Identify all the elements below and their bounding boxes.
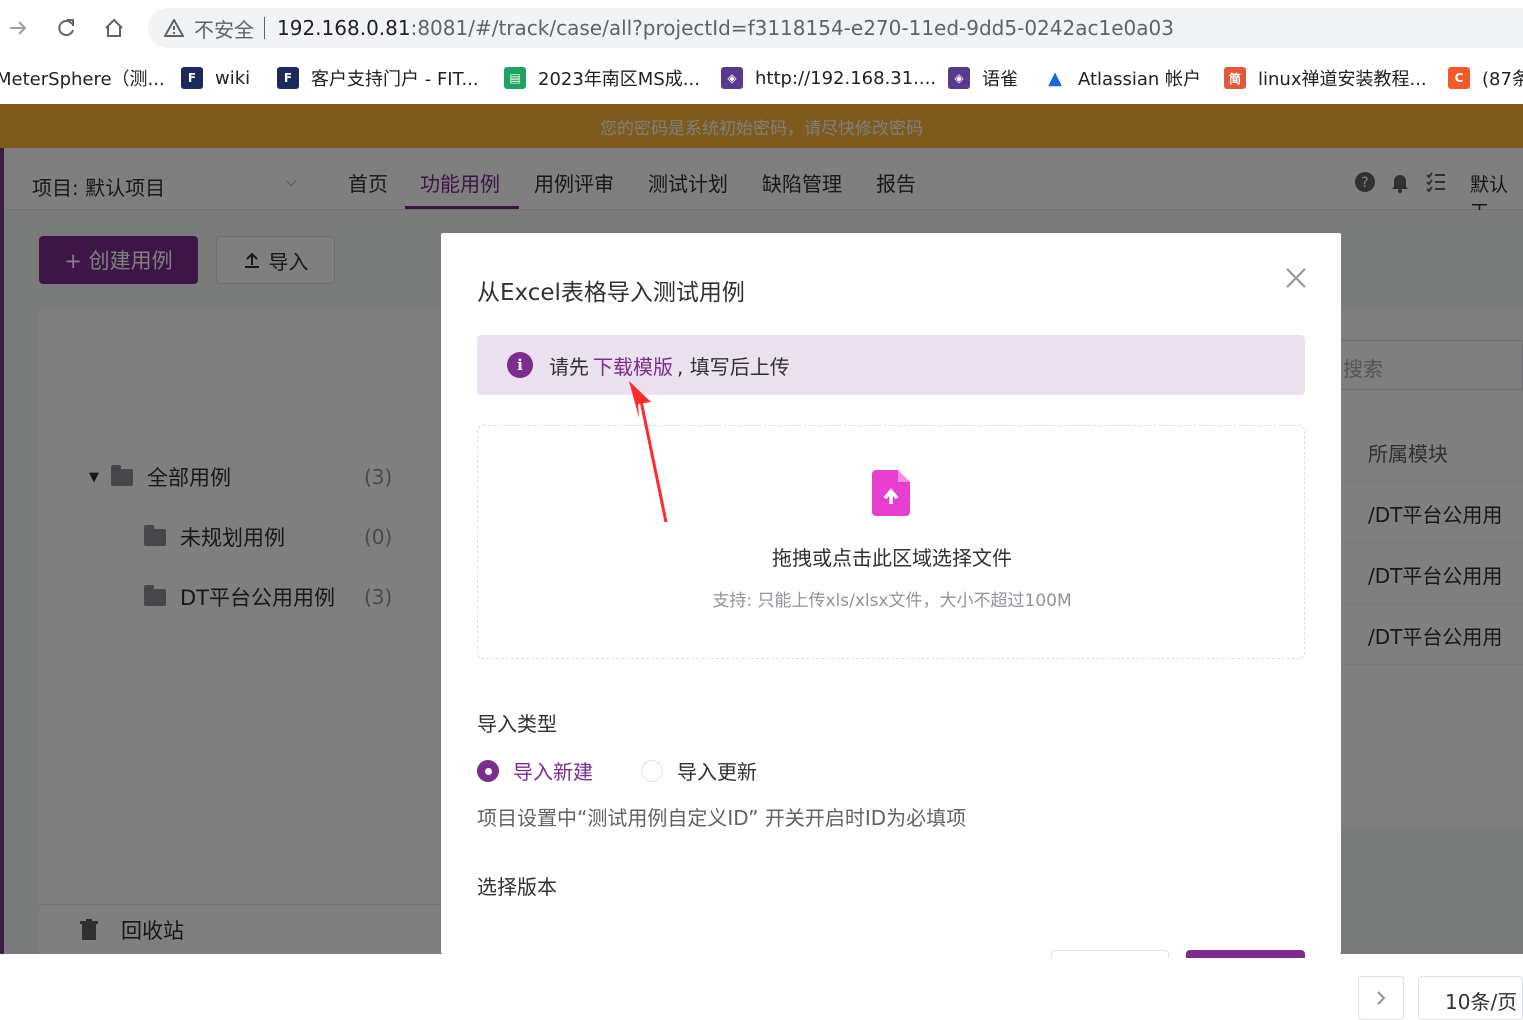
next-page-button[interactable] [1358, 976, 1404, 1020]
page-size-select[interactable]: 10条/页 [1418, 976, 1523, 1020]
bookmark-item[interactable]: C (87条 [1448, 64, 1523, 92]
chevron-right-icon [1377, 991, 1386, 1005]
bookmark-label: http://192.168.31.... [755, 67, 937, 89]
bookmark-label: MeterSphere（测... [0, 69, 165, 90]
confirm-button[interactable] [1186, 950, 1305, 958]
version-label: 选择版本 [477, 875, 557, 899]
file-upload-icon [872, 470, 910, 516]
dialog-title: 从Excel表格导入测试用例 [477, 280, 745, 306]
insecure-label: 不安全 [194, 17, 254, 42]
atlassian-icon: ▲ [1048, 67, 1062, 89]
download-template-link[interactable]: 下载模版 [593, 351, 673, 380]
url-separator [264, 17, 265, 39]
reload-icon[interactable] [50, 12, 82, 44]
c-icon: C [1448, 67, 1470, 89]
radio-import-new[interactable]: 导入新建 [477, 756, 593, 785]
browser-chrome: 不安全 192.168.0.81:8081/#/track/case/all?p… [0, 0, 1523, 104]
bookmark-item[interactable]: 简 linux禅道安装教程... [1224, 64, 1427, 92]
bookmark-item[interactable]: ▤ 2023年南区MS成... [504, 64, 700, 92]
home-icon[interactable] [98, 12, 130, 44]
forward-icon[interactable] [2, 12, 34, 44]
info-alert: i 请先 下载模版 , 填写后上传 [477, 335, 1305, 395]
browser-toolbar: 不安全 192.168.0.81:8081/#/track/case/all?p… [0, 0, 1523, 56]
import-dialog: 从Excel表格导入测试用例 i 请先 下载模版 , 填写后上传 拖拽或点击此区… [441, 233, 1341, 958]
bookmark-label: (87条 [1482, 69, 1523, 90]
bookmark-item[interactable]: MeterSphere（测... [0, 64, 165, 92]
bookmark-label: Atlassian 帐户 [1078, 69, 1202, 90]
f2c-icon: F [277, 67, 299, 89]
bookmark-item[interactable]: ◈ 语雀 [948, 64, 1018, 92]
f2c-icon: F [181, 67, 203, 89]
bookmark-item[interactable]: F 客户支持门户 - FIT... [277, 64, 479, 92]
radio-label: 导入新建 [513, 760, 593, 784]
bookmark-label: 客户支持门户 - FIT... [311, 69, 479, 90]
upload-tip: 支持: 只能上传xls/xlsx文件，大小不超过100M [712, 591, 1072, 611]
radio-dot [641, 759, 663, 782]
bookmark-label: linux禅道安装教程... [1258, 69, 1427, 90]
bookmark-label: 语雀 [982, 69, 1018, 90]
sheets-icon: ▤ [504, 67, 526, 89]
close-icon[interactable] [1283, 265, 1309, 291]
alert-suffix: , 填写后上传 [677, 354, 790, 379]
url-path: :8081/#/track/case/all?projectId=f311815… [410, 16, 1174, 40]
info-icon: i [507, 352, 533, 378]
cube-icon: ◈ [721, 67, 743, 89]
bookmarks-bar: MeterSphere（测... Fwiki F 客户支持门户 - FIT... … [0, 56, 1523, 100]
cube-icon: ◈ [948, 67, 970, 89]
custom-id-note: 项目设置中“测试用例自定义ID” 开关开启时ID为必填项 [477, 806, 967, 830]
import-type-label: 导入类型 [477, 712, 557, 736]
upload-dropzone[interactable]: 拖拽或点击此区域选择文件 支持: 只能上传xls/xlsx文件，大小不超过100… [477, 425, 1305, 659]
bookmark-item[interactable]: ◈ http://192.168.31.... [721, 64, 936, 92]
upload-text: 拖拽或点击此区域选择文件 [772, 546, 1012, 570]
bookmark-label: 2023年南区MS成... [538, 69, 700, 90]
bookmark-item[interactable]: Fwiki [181, 64, 250, 92]
url-host: 192.168.0.81 [277, 16, 411, 40]
radio-label: 导入更新 [677, 760, 757, 784]
alert-prefix: 请先 [549, 354, 589, 379]
radio-dot [477, 759, 499, 782]
bookmark-item[interactable]: ▲ Atlassian 帐户 [1044, 64, 1201, 92]
address-bar[interactable]: 不安全 192.168.0.81:8081/#/track/case/all?p… [148, 8, 1523, 48]
radio-import-update[interactable]: 导入更新 [641, 756, 757, 785]
warning-icon[interactable] [164, 19, 184, 37]
bookmark-label: wiki [215, 67, 251, 89]
cancel-button[interactable] [1051, 950, 1169, 958]
jian-icon: 简 [1224, 67, 1246, 89]
